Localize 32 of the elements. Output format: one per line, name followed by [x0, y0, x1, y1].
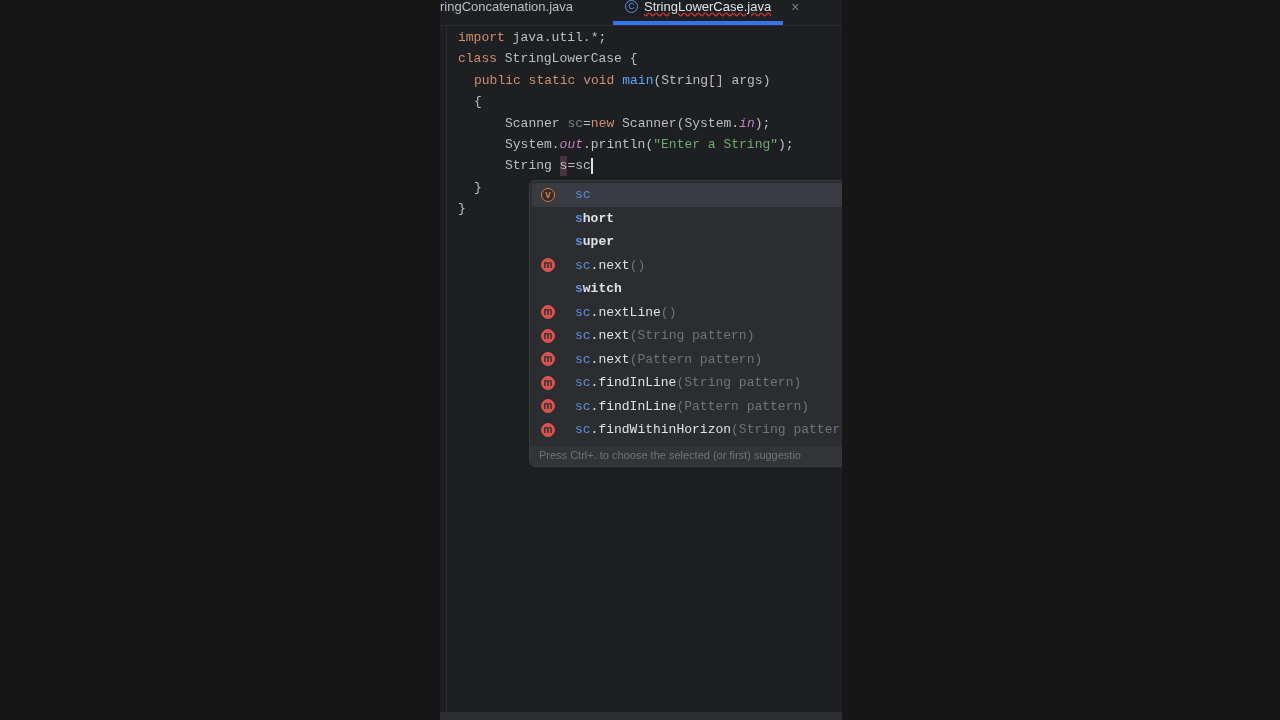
code-line: }	[474, 178, 482, 197]
suggestion-item[interactable]: switch	[532, 277, 842, 301]
code-line: class StringLowerCase {	[458, 50, 638, 69]
method-icon: m	[541, 399, 555, 414]
suggestion-item[interactable]: m sc.next(String pattern)	[532, 324, 842, 348]
editor-tab[interactable]: C StringLowerCase.java	[613, 0, 784, 25]
method-icon: m	[541, 328, 555, 343]
editor-tab[interactable]: ringConcatenation.java	[440, 0, 573, 25]
suggestion-item[interactable]: m sc.nextLine()	[532, 300, 842, 324]
popup-hint: Press Ctrl+. to choose the selected (or first) suggestio	[539, 448, 801, 464]
suggestion-item[interactable]: m sc.findInLine(Pattern pattern)	[532, 394, 842, 418]
code-line: public static void main(String[] args)	[474, 71, 771, 90]
code-line: Scanner sc=new Scanner(System.in);	[505, 114, 771, 133]
method-icon: m	[541, 422, 555, 437]
method-icon: m	[541, 258, 555, 273]
code-line: String s=sc	[505, 156, 593, 176]
code-line: System.out.println("Enter a String");	[505, 135, 794, 154]
suggestion-item[interactable]: short	[532, 206, 842, 230]
method-icon: m	[541, 352, 555, 367]
code-line: import java.util.*;	[458, 28, 607, 47]
code-line: {	[474, 93, 482, 112]
suggestion-item[interactable]: super	[532, 230, 842, 254]
method-icon: m	[541, 375, 555, 390]
method-icon: m	[541, 305, 555, 320]
code-line: }	[458, 200, 466, 219]
suggestion-item[interactable]: m sc.next()	[532, 253, 842, 277]
suggestion-item[interactable]: m sc.findWithinHorizon(String patter	[532, 418, 842, 442]
suggestion-item[interactable]: m sc.findInLine(String pattern)	[532, 371, 842, 395]
suggestion-item[interactable]: m sc.next(Pattern pattern)	[532, 347, 842, 371]
close-tab-button[interactable]: ×	[791, 0, 800, 14]
suggestion-item[interactable]: v sc	[532, 183, 842, 207]
variable-icon: v	[541, 187, 555, 202]
